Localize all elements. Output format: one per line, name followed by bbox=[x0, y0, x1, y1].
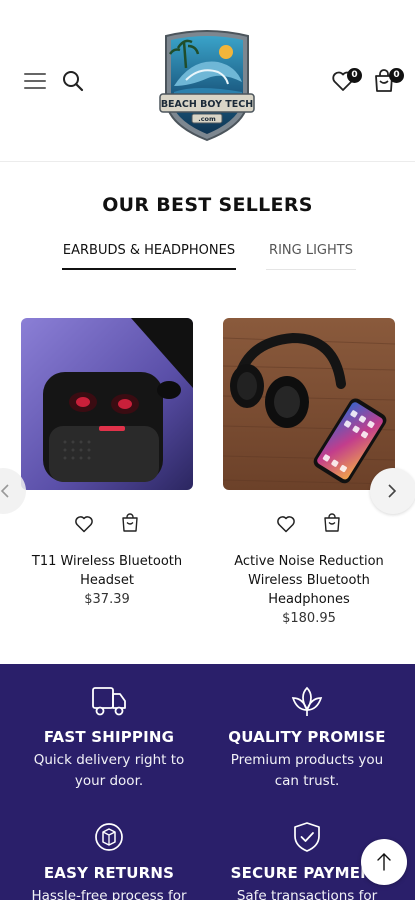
feature-title: EASY RETURNS bbox=[43, 864, 175, 882]
carousel-next-button[interactable] bbox=[370, 468, 415, 514]
add-to-cart-icon[interactable] bbox=[323, 513, 341, 532]
shield-check-icon bbox=[294, 822, 320, 852]
carousel-prev-button[interactable] bbox=[0, 468, 26, 514]
feature-easy-returns: EASY RETURNS Hassle-free process for bbox=[9, 820, 209, 900]
tab-earbuds-headphones[interactable]: EARBUDS & HEADPHONES bbox=[62, 242, 236, 270]
product-image-earbuds[interactable] bbox=[21, 318, 193, 490]
product-price: $180.95 bbox=[282, 611, 336, 626]
chevron-right-icon bbox=[388, 484, 397, 498]
product-actions bbox=[223, 513, 395, 545]
wishlist-count-badge: 0 bbox=[347, 68, 362, 83]
section-title: OUR BEST SELLERS bbox=[102, 194, 313, 216]
add-to-wishlist-icon[interactable] bbox=[74, 515, 94, 533]
features-band: FAST SHIPPING Quick delivery right to yo… bbox=[0, 664, 415, 900]
svg-text:.com: .com bbox=[198, 115, 216, 123]
feature-text: Quick delivery right to your door. bbox=[33, 752, 185, 789]
search-icon[interactable] bbox=[62, 70, 84, 92]
product-image-headphones[interactable] bbox=[223, 318, 395, 490]
logo-text: BEACH BOY TECH bbox=[161, 99, 253, 110]
add-to-cart-icon[interactable] bbox=[121, 513, 139, 532]
product-tabs: EARBUDS & HEADPHONES RING LIGHTS bbox=[0, 242, 415, 272]
feature-text: Hassle-free process for bbox=[31, 888, 187, 900]
product-price: $37.39 bbox=[84, 592, 130, 607]
feature-text: Premium products you can trust. bbox=[230, 752, 384, 789]
feature-title: FAST SHIPPING bbox=[43, 728, 175, 746]
product-card[interactable]: T11 Wireless Bluetooth Headset $37.39 bbox=[21, 318, 193, 609]
leaf-icon bbox=[291, 686, 323, 716]
box-return-icon bbox=[95, 823, 123, 851]
product-actions bbox=[21, 513, 193, 545]
feature-title: QUALITY PROMISE bbox=[228, 728, 386, 746]
truck-icon bbox=[92, 687, 126, 716]
site-header: BEACH BOY TECH .com 0 0 bbox=[0, 0, 415, 162]
cart-count-badge: 0 bbox=[389, 68, 404, 83]
chevron-left-icon bbox=[0, 484, 9, 498]
feature-quality-promise: QUALITY PROMISE Premium products you can… bbox=[207, 684, 407, 792]
product-name[interactable]: T11 Wireless Bluetooth Headset bbox=[21, 552, 193, 590]
feature-fast-shipping: FAST SHIPPING Quick delivery right to yo… bbox=[9, 684, 209, 792]
scroll-to-top-button[interactable] bbox=[361, 839, 407, 885]
site-logo[interactable]: BEACH BOY TECH .com bbox=[156, 28, 258, 142]
arrow-up-icon bbox=[377, 853, 391, 871]
menu-icon[interactable] bbox=[24, 73, 46, 89]
add-to-wishlist-icon[interactable] bbox=[276, 515, 296, 533]
tab-ring-lights[interactable]: RING LIGHTS bbox=[266, 242, 356, 270]
product-name[interactable]: Active Noise Reduction Wireless Bluetoot… bbox=[223, 552, 395, 609]
feature-text: Safe transactions for bbox=[236, 888, 378, 900]
